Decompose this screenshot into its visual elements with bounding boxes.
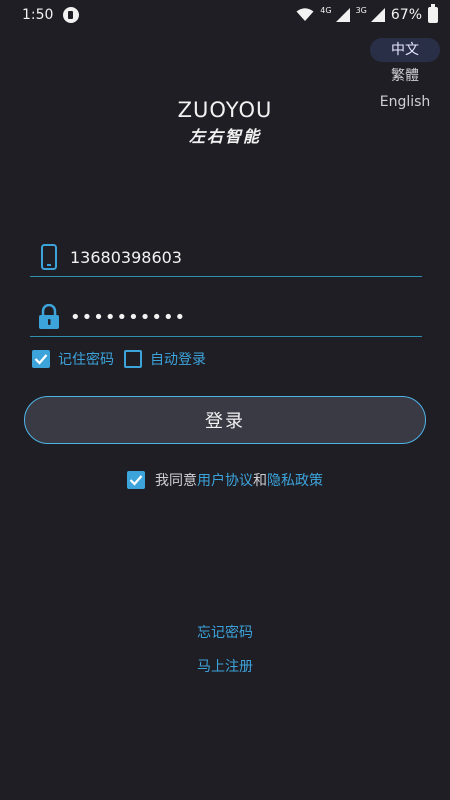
forgot-password-link[interactable]: 忘记密码	[0, 622, 450, 642]
login-options: 记住密码 自动登录	[32, 349, 216, 369]
agreement-conjunction: 和	[253, 473, 267, 489]
app-logo: ZUOYOU 左右智能	[0, 98, 450, 147]
wifi-icon	[296, 8, 314, 21]
status-left: 1:50	[22, 7, 80, 23]
auto-login-label: 自动登录	[150, 352, 206, 368]
phone-field	[30, 238, 422, 277]
agreement-row: 我同意用户协议和隐私政策	[0, 470, 450, 490]
signal-1-label: 4G	[320, 5, 332, 15]
language-option-simplified-chinese[interactable]: 中文	[370, 38, 440, 62]
checkmark-icon	[34, 354, 48, 365]
phone-input[interactable]	[70, 247, 422, 267]
cell-signal-icon	[335, 8, 350, 22]
app-notification-icon	[63, 7, 80, 23]
battery-icon	[428, 4, 438, 23]
signal-2-label: 3G	[355, 5, 367, 15]
remember-password-label: 记住密码	[58, 352, 114, 368]
status-bar: 1:50 4G 3G 67%	[0, 0, 450, 30]
cell-signal-2-icon	[370, 8, 385, 22]
battery-percent: 67%	[390, 7, 422, 23]
lock-icon	[38, 303, 60, 331]
agreement-prefix: 我同意	[155, 473, 197, 489]
logo-chinese-text: 左右智能	[188, 127, 261, 146]
status-time: 1:50	[22, 7, 54, 23]
agreement-checkbox[interactable]	[127, 471, 145, 489]
register-link[interactable]: 马上注册	[0, 656, 450, 676]
remember-password-option[interactable]: 记住密码	[32, 349, 114, 369]
phone-icon	[38, 243, 60, 271]
auto-login-checkbox[interactable]	[124, 350, 142, 368]
agreement-text: 我同意用户协议和隐私政策	[155, 470, 323, 490]
privacy-policy-link[interactable]: 隐私政策	[267, 473, 323, 489]
login-screen: 1:50 4G 3G 67% 中文 繁體 English ZUOYOU 左右智能	[0, 0, 450, 800]
auto-login-option[interactable]: 自动登录	[124, 349, 206, 369]
remember-password-checkbox[interactable]	[32, 350, 50, 368]
login-button[interactable]: 登录	[24, 396, 426, 444]
language-option-traditional-chinese[interactable]: 繁體	[370, 64, 440, 88]
login-button-label: 登录	[205, 411, 245, 432]
logo-english-text: ZUOYOU	[177, 98, 273, 122]
password-field	[30, 298, 422, 337]
checkmark-icon	[129, 475, 143, 486]
status-right: 4G 3G 67%	[296, 4, 438, 23]
password-input[interactable]	[70, 306, 422, 328]
user-agreement-link[interactable]: 用户协议	[197, 473, 253, 489]
